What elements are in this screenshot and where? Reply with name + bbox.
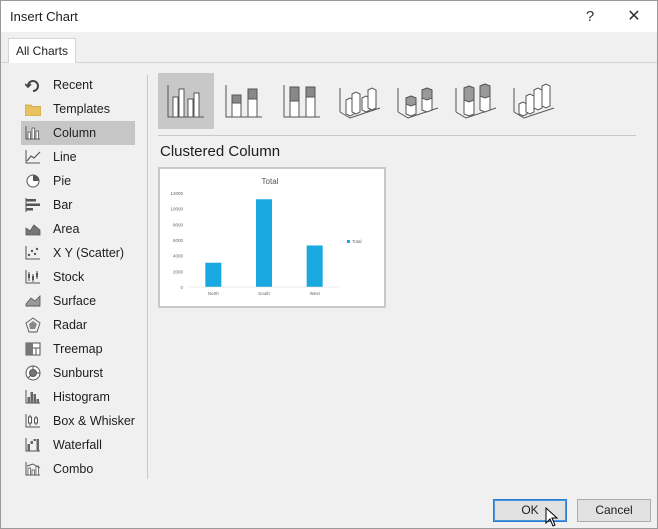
chart-subtype-pane: Clustered Column Total 12000 10000 8000 6000… [148,63,657,493]
pie-chart-icon [24,173,42,189]
sidebar-item-area[interactable]: Area [21,217,135,241]
tab-all-charts[interactable]: All Charts [8,38,77,63]
bar [205,262,222,287]
sidebar-item-label: Stock [53,270,85,284]
sidebar-item-label: Treemap [53,342,103,356]
sidebar-item-label: Recent [53,78,93,92]
sidebar-item-label: Sunburst [53,366,104,380]
box-whisker-chart-icon [24,413,42,429]
stock-chart-icon [24,269,42,285]
sidebar-item-recent[interactable]: Recent [21,73,135,97]
y-tick-label: 12000 [170,191,183,196]
tab-strip: All Charts [1,32,657,63]
y-tick-label: 8000 [173,222,184,227]
sidebar-item-label: Area [53,222,80,236]
sidebar-item-label: Histogram [53,390,110,404]
sidebar-item-label: Combo [53,462,94,476]
sidebar-item-column[interactable]: Column [21,121,135,145]
x-tick-label: South [258,291,270,296]
sidebar-item-label: Column [53,126,97,140]
clustered-column-icon[interactable] [158,73,214,129]
cancel-button[interactable]: Cancel [577,499,651,522]
gallery-divider [158,135,636,136]
close-button[interactable]: ✕ [621,5,647,29]
y-tick-label: 10000 [170,207,183,212]
recent-icon [24,77,42,93]
area-chart-icon [24,221,42,237]
column-chart-icon [24,125,42,141]
bar-chart-icon [24,197,42,213]
dialog-content: Recent Templates Column Line Pie Bar Are… [1,63,657,493]
sidebar-item-combo[interactable]: Combo [21,457,135,481]
histogram-chart-icon [24,389,42,405]
sidebar-item-stock[interactable]: Stock [21,265,135,289]
subtype-gallery [158,73,558,131]
sidebar-item-templates[interactable]: Templates [21,97,135,121]
selected-subtype-title: Clustered Column [160,143,281,160]
x-tick-label: West [310,291,321,296]
x-tick-label: North [208,291,220,296]
sunburst-chart-icon [24,365,42,381]
bar [256,199,272,287]
preview-chart-svg: Total 12000 10000 8000 6000 4000 2000 0 North Sou… [170,177,362,296]
y-tick-label: 2000 [173,269,184,274]
sidebar-item-line[interactable]: Line [21,145,135,169]
line-chart-icon [24,149,42,165]
sidebar-item-label: Box & Whisker [53,414,135,428]
radar-chart-icon [24,317,42,333]
sidebar-item-radar[interactable]: Radar [21,313,135,337]
sidebar-item-label: Pie [53,174,72,188]
help-button[interactable]: ? [577,5,603,29]
folder-icon [24,101,42,117]
legend-swatch [347,240,350,243]
mouse-pointer-icon [545,507,559,527]
surface-chart-icon [24,293,42,309]
sidebar-item-pie[interactable]: Pie [21,169,135,193]
100-stacked-column-icon[interactable] [274,73,330,129]
sidebar-item-histogram[interactable]: Histogram [21,385,135,409]
sidebar-item-scatter[interactable]: X Y (Scatter) [21,241,135,265]
sidebar-item-surface[interactable]: Surface [21,289,135,313]
sidebar-item-bar[interactable]: Bar [21,193,135,217]
dialog-title: Insert Chart [10,9,78,24]
title-bar: Insert Chart ? ✕ [1,1,657,32]
stacked-column-icon[interactable] [216,73,272,129]
scatter-chart-icon [24,245,42,261]
sidebar-item-sunburst[interactable]: Sunburst [21,361,135,385]
sidebar-item-label: Bar [53,198,73,212]
chart-preview[interactable]: Total 12000 10000 8000 6000 4000 2000 0 North Sou… [158,167,386,308]
sidebar-item-label: Templates [53,102,110,116]
3d-column-icon[interactable] [506,73,562,129]
sidebar-item-label: X Y (Scatter) [53,246,125,260]
legend-label: Total [352,239,362,244]
sidebar-item-label: Surface [53,294,97,308]
3d-clustered-column-icon[interactable] [332,73,388,129]
insert-chart-dialog: Insert Chart ? ✕ All Charts Recent Templ… [0,0,658,529]
sidebar-item-label: Waterfall [53,438,102,452]
y-tick-label: 0 [180,285,183,290]
sidebar-item-waterfall[interactable]: Waterfall [21,433,135,457]
combo-chart-icon [24,461,42,477]
bar [306,245,323,287]
treemap-chart-icon [24,341,42,357]
chart-title: Total [262,177,279,186]
waterfall-chart-icon [24,437,42,453]
y-tick-label: 4000 [173,254,184,259]
3d-100-stacked-column-icon[interactable] [448,73,504,129]
sidebar-item-treemap[interactable]: Treemap [21,337,135,361]
y-tick-label: 6000 [173,238,184,243]
sidebar-item-label: Line [53,150,77,164]
chart-type-list: Recent Templates Column Line Pie Bar Are… [1,63,147,481]
3d-stacked-column-icon[interactable] [390,73,446,129]
sidebar-item-label: Radar [53,318,88,332]
sidebar-item-box-whisker[interactable]: Box & Whisker [21,409,135,433]
